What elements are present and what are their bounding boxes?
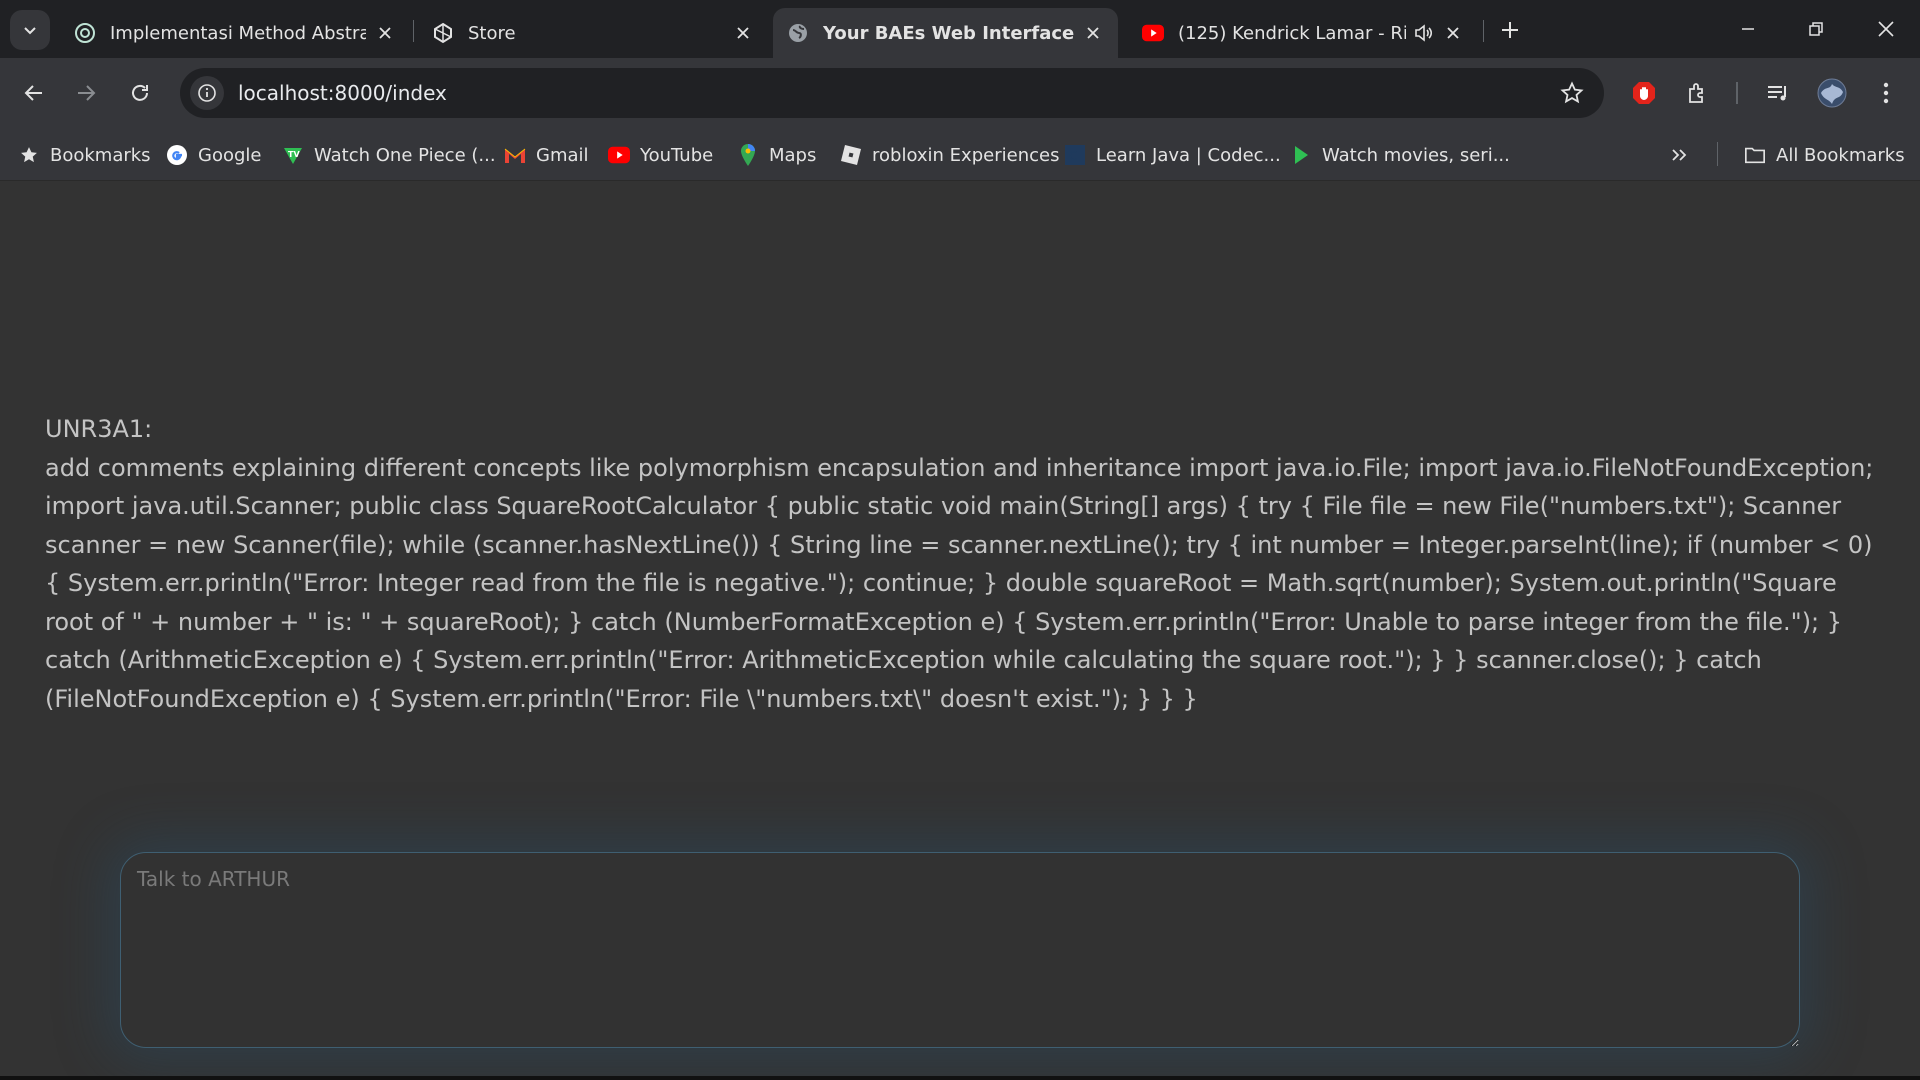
- bookmark-roblox[interactable]: robloxin Experiences: [840, 140, 1059, 170]
- tab-separator: [1483, 20, 1484, 42]
- tab-title: (125) Kendrick Lamar - Rich: [1178, 22, 1406, 44]
- url-text[interactable]: localhost:8000/index: [238, 81, 1552, 105]
- bookmark-bookmarks[interactable]: Bookmarks: [18, 140, 151, 170]
- chevron-down-icon: [24, 27, 36, 35]
- tab-strip: Implementasi Method Abstrak Store Your B…: [0, 0, 1920, 58]
- bookmark-label: YouTube: [640, 144, 714, 166]
- svg-text:TV: TV: [288, 150, 300, 159]
- all-bookmarks-button[interactable]: All Bookmarks: [1744, 140, 1905, 170]
- back-button[interactable]: [14, 73, 54, 113]
- toolbar-separator: [1736, 82, 1738, 104]
- chat-input-container: [120, 852, 1800, 1048]
- speaker-icon[interactable]: [1412, 22, 1434, 44]
- bookmark-label: Google: [198, 144, 262, 166]
- all-bookmarks-label: All Bookmarks: [1776, 144, 1905, 166]
- bookmark-watch-movies[interactable]: Watch movies, seri...: [1290, 140, 1510, 170]
- restore-button[interactable]: [1782, 0, 1850, 58]
- tab-title: Store: [468, 22, 516, 44]
- bookmark-watch-one-piece[interactable]: TV Watch One Piece (...: [282, 140, 496, 170]
- tab-baes-web-interface[interactable]: Your BAEs Web Interface: [773, 8, 1118, 58]
- chat-message: UNR3A1: add comments explaining differen…: [45, 410, 1875, 718]
- youtube-icon: [1142, 22, 1164, 44]
- restore-icon: [1809, 22, 1823, 36]
- close-window-button[interactable]: [1852, 0, 1920, 58]
- bookmarks-overflow-button[interactable]: [1670, 140, 1688, 170]
- toolbar: localhost:8000/index: [0, 58, 1920, 128]
- tab-search-button[interactable]: [10, 10, 50, 50]
- star-icon: [18, 144, 40, 166]
- extensions-puzzle-icon[interactable]: [1678, 73, 1718, 113]
- tab-title: Implementasi Method Abstrak: [110, 22, 366, 44]
- bookmark-gmail[interactable]: Gmail: [504, 140, 589, 170]
- reload-icon: [132, 84, 148, 101]
- minimize-icon: [1742, 28, 1754, 30]
- tab-store[interactable]: Store: [418, 8, 768, 58]
- bookmark-label: Bookmarks: [50, 144, 151, 166]
- profile-avatar[interactable]: [1812, 73, 1852, 113]
- close-icon: [1878, 21, 1894, 37]
- bookmark-label: Maps: [769, 144, 817, 166]
- minimize-button[interactable]: [1714, 0, 1782, 58]
- globe-icon: [787, 22, 809, 44]
- forward-button[interactable]: [66, 73, 106, 113]
- roblox-icon: [840, 144, 862, 166]
- maps-icon: [737, 144, 759, 166]
- tv-icon: TV: [282, 144, 304, 166]
- youtube-icon: [608, 144, 630, 166]
- reload-button[interactable]: [120, 73, 160, 113]
- bookmark-label: Gmail: [536, 144, 589, 166]
- tab-separator: [413, 20, 414, 42]
- bookmark-learn-java[interactable]: C Learn Java | Codec...: [1064, 140, 1281, 170]
- close-icon[interactable]: [1442, 22, 1464, 44]
- unity-icon: [432, 22, 454, 44]
- bookmark-label: Watch One Piece (...: [314, 144, 496, 166]
- tab-kendrick-lamar[interactable]: (125) Kendrick Lamar - Rich: [1128, 8, 1478, 58]
- site-info-icon[interactable]: [190, 76, 224, 110]
- gmail-icon: [504, 144, 526, 166]
- tab-implementasi[interactable]: Implementasi Method Abstrak: [60, 8, 410, 58]
- folder-icon: [1744, 144, 1766, 166]
- address-bar[interactable]: localhost:8000/index: [180, 68, 1604, 118]
- close-icon[interactable]: [732, 22, 754, 44]
- bookmark-label: Watch movies, seri...: [1322, 144, 1510, 166]
- play-icon: [1290, 144, 1312, 166]
- page-content: UNR3A1: add comments explaining differen…: [0, 182, 1920, 1080]
- message-text: add comments explaining different concep…: [45, 453, 1874, 713]
- new-tab-button[interactable]: [1494, 14, 1526, 46]
- more-menu-icon[interactable]: [1866, 73, 1906, 113]
- close-icon[interactable]: [1082, 22, 1104, 44]
- bottom-edge: [0, 1076, 1920, 1080]
- bookmarks-separator: [1717, 142, 1718, 166]
- bookmark-google[interactable]: Google: [166, 140, 261, 170]
- bookmark-label: robloxin Experiences: [872, 144, 1060, 166]
- message-speaker: UNR3A1:: [45, 415, 153, 443]
- chat-input[interactable]: [120, 852, 1800, 1048]
- adblock-extension-icon[interactable]: [1624, 73, 1664, 113]
- bookmark-youtube[interactable]: YouTube: [608, 140, 713, 170]
- media-control-icon[interactable]: [1758, 73, 1798, 113]
- bookmarks-bar: Bookmarks Google TV Watch One Piece (...…: [0, 128, 1920, 181]
- bookmark-label: Learn Java | Codec...: [1096, 144, 1281, 166]
- plus-icon: [1502, 22, 1518, 38]
- back-arrow-icon: [24, 85, 42, 101]
- google-icon: [166, 144, 188, 166]
- forward-arrow-icon: [78, 85, 96, 101]
- codecademy-icon: C: [1064, 144, 1086, 166]
- bookmark-star-icon[interactable]: [1552, 73, 1592, 113]
- svg-text:C: C: [1069, 149, 1077, 163]
- chatgpt-icon: [74, 22, 96, 44]
- bookmark-maps[interactable]: Maps: [737, 140, 816, 170]
- double-chevron-right-icon: [1672, 149, 1687, 161]
- close-icon[interactable]: [374, 22, 396, 44]
- tab-title: Your BAEs Web Interface: [823, 22, 1074, 44]
